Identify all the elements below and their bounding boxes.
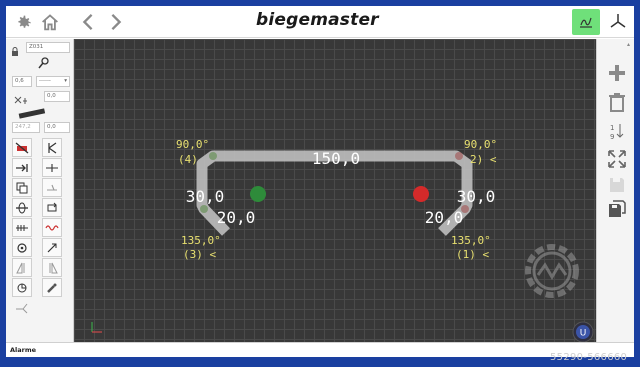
segment-label-left[interactable]: 30,0 bbox=[186, 187, 225, 206]
pin-tool-icon[interactable] bbox=[36, 55, 50, 74]
bend-angle-3[interactable]: 135,0° bbox=[181, 234, 221, 247]
segment-label-top[interactable]: 150,0 bbox=[312, 149, 360, 168]
floppy-disk-icon bbox=[610, 178, 624, 192]
bend-index-4: (4) bbox=[178, 153, 198, 166]
draw-mode-button[interactable] bbox=[572, 9, 600, 35]
cut-wire-button[interactable] bbox=[42, 178, 62, 197]
settings-gear-icon[interactable] bbox=[12, 10, 36, 34]
rotate-wire-button[interactable] bbox=[12, 198, 32, 217]
trash-icon bbox=[609, 93, 625, 112]
alarm-label[interactable]: Alarme bbox=[10, 346, 36, 354]
rotate-icon bbox=[17, 242, 27, 253]
save-multiple-icon bbox=[609, 200, 626, 217]
app-window: biegemaster Z031 0,6 ------ ▾ 0,0 247,2 … bbox=[6, 6, 634, 357]
save-as-button[interactable] bbox=[605, 197, 629, 221]
material-value: ------ bbox=[39, 78, 51, 84]
rotate-3d-icon bbox=[17, 283, 27, 292]
unit-badge[interactable]: U bbox=[572, 321, 594, 342]
wire-shape: 150,0 30,0 30,0 20,0 20,0 90,0° (4) 90,0… bbox=[91, 138, 594, 342]
brand-logo: biegemaster bbox=[256, 10, 379, 30]
fit-view-button[interactable] bbox=[605, 147, 629, 171]
split-icon bbox=[16, 303, 28, 313]
mirror-left-button[interactable] bbox=[12, 258, 32, 277]
action-panel: ▴ 19 bbox=[596, 39, 634, 342]
repeat-button[interactable] bbox=[42, 198, 62, 217]
back-arrow-icon[interactable] bbox=[76, 10, 100, 34]
home-icon[interactable] bbox=[38, 10, 62, 34]
wave-icon bbox=[45, 224, 59, 231]
length-right-field[interactable]: 0,0 bbox=[44, 122, 70, 133]
diameter-field[interactable]: 0,6 bbox=[12, 76, 32, 87]
pen-draw-icon bbox=[580, 17, 592, 28]
mirror-left-icon bbox=[16, 262, 25, 273]
collapse-caret-icon[interactable]: ▴ bbox=[627, 41, 630, 48]
parameter-panel: Z031 0,6 ------ ▾ 0,0 247,2 0,0 bbox=[6, 39, 74, 342]
bending-tool-icon[interactable] bbox=[606, 10, 630, 34]
sort-numeric-icon: 19 bbox=[610, 124, 624, 141]
chevron-down-icon: ▾ bbox=[64, 78, 67, 84]
forward-arrow-icon[interactable] bbox=[104, 10, 128, 34]
rotate-3d-button[interactable] bbox=[12, 278, 32, 297]
segment-label-bottom-right[interactable]: 20,0 bbox=[425, 208, 464, 227]
bend-point[interactable] bbox=[455, 152, 463, 160]
arrow-to-bar-icon bbox=[16, 163, 28, 172]
spray-icon bbox=[47, 283, 57, 293]
bend-angle-2[interactable]: 90,0° bbox=[464, 138, 497, 151]
top-toolbar: biegemaster bbox=[6, 6, 634, 38]
add-button[interactable] bbox=[605, 61, 629, 85]
watermark-gear-icon bbox=[525, 244, 579, 298]
bend-angle-1[interactable]: 135,0° bbox=[451, 234, 491, 247]
end-marker[interactable] bbox=[413, 186, 429, 202]
segment-label-right[interactable]: 30,0 bbox=[457, 187, 496, 206]
split-button[interactable] bbox=[12, 298, 32, 317]
spring-button[interactable] bbox=[12, 218, 32, 237]
bend-index-1: (1) < bbox=[456, 248, 489, 261]
no-feed-icon bbox=[15, 142, 29, 153]
scissor-icon bbox=[47, 184, 57, 191]
save-button[interactable] bbox=[605, 173, 629, 197]
delete-button[interactable] bbox=[605, 90, 629, 114]
svg-text:9: 9 bbox=[610, 133, 614, 141]
cut-position-button[interactable] bbox=[42, 158, 62, 177]
copy-button[interactable] bbox=[12, 178, 32, 197]
start-marker[interactable] bbox=[250, 186, 266, 202]
rotate-part-button[interactable] bbox=[12, 238, 32, 257]
segment-label-bottom-left[interactable]: 20,0 bbox=[217, 208, 256, 227]
lock-icon[interactable] bbox=[11, 42, 19, 61]
mirror-right-icon bbox=[49, 262, 58, 273]
pull-arrow-icon bbox=[47, 243, 57, 252]
disable-feed-button[interactable] bbox=[12, 138, 32, 157]
bend-index-3: (3) < bbox=[183, 248, 216, 261]
bend-angle-4[interactable]: 90,0° bbox=[176, 138, 209, 151]
spray-button[interactable] bbox=[42, 278, 62, 297]
pull-button[interactable] bbox=[42, 238, 62, 257]
bend-point[interactable] bbox=[209, 152, 217, 160]
svg-text:1: 1 bbox=[610, 124, 614, 132]
length-field[interactable]: 247,2 bbox=[12, 122, 40, 133]
status-bar: Alarme bbox=[6, 342, 634, 357]
repeat-icon bbox=[47, 202, 57, 211]
badge-label: U bbox=[580, 329, 587, 339]
angle-icon bbox=[48, 142, 57, 153]
program-field[interactable]: Z031 bbox=[26, 42, 70, 53]
copy-icon bbox=[16, 182, 28, 193]
axis-indicator-icon bbox=[91, 322, 102, 333]
feed-to-stop-button[interactable] bbox=[12, 158, 32, 177]
expand-arrows-icon bbox=[608, 150, 626, 168]
mirror-right-button[interactable] bbox=[42, 258, 62, 277]
rotate-wire-icon bbox=[16, 202, 28, 213]
bend-drawing-canvas[interactable]: 150,0 30,0 30,0 20,0 20,0 90,0° (4) 90,0… bbox=[74, 39, 596, 342]
wave-button[interactable] bbox=[42, 218, 62, 237]
cut-icon bbox=[46, 163, 58, 172]
serial-number: 55290-566660 bbox=[550, 352, 628, 363]
bend-index-2: 2) < bbox=[470, 153, 497, 166]
bend-angle-button[interactable] bbox=[42, 138, 62, 157]
offset-field[interactable]: 0,0 bbox=[44, 91, 70, 102]
material-select[interactable]: ------ ▾ bbox=[36, 76, 70, 87]
plus-icon bbox=[609, 65, 625, 81]
spring-icon bbox=[16, 224, 28, 231]
sort-button[interactable]: 19 bbox=[605, 119, 629, 143]
bend-point[interactable] bbox=[200, 205, 208, 213]
